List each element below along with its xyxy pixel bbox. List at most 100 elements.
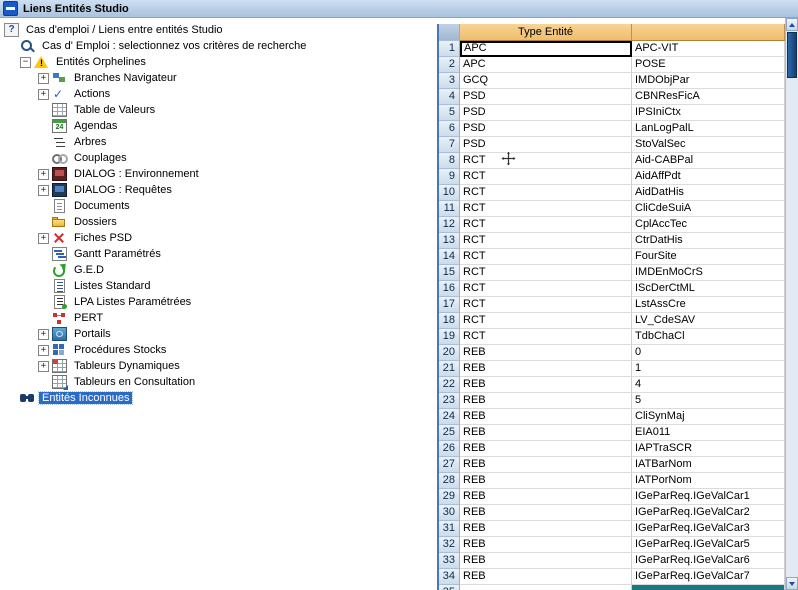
type-cell[interactable]: RCT bbox=[460, 233, 632, 249]
type-cell[interactable]: REB bbox=[460, 425, 632, 441]
tree-item-cas-d-emploi-selectionnez-vos-criteres-de-recherche[interactable]: Cas d' Emploi : selectionnez vos critère… bbox=[0, 38, 437, 54]
tree-item-couplages[interactable]: Couplages bbox=[0, 150, 437, 166]
type-cell[interactable]: REB bbox=[460, 361, 632, 377]
name-cell[interactable]: EIA011 bbox=[632, 425, 785, 441]
name-cell[interactable]: AidDatHis bbox=[632, 185, 785, 201]
type-cell[interactable]: REB bbox=[460, 505, 632, 521]
type-cell[interactable]: RCT bbox=[460, 281, 632, 297]
tree-item-label[interactable]: Dossiers bbox=[71, 216, 120, 228]
type-cell[interactable]: RCT bbox=[460, 313, 632, 329]
name-cell[interactable]: LanLogPalL bbox=[632, 121, 785, 137]
type-cell[interactable]: REB bbox=[460, 521, 632, 537]
name-cell[interactable]: IGeParReq.IGeValCar3 bbox=[632, 521, 785, 537]
tree-item-label[interactable]: Documents bbox=[71, 200, 133, 212]
name-cell[interactable]: 0 bbox=[632, 345, 785, 361]
tree-item-label[interactable]: LPA Listes Paramétrées bbox=[71, 296, 194, 308]
column-header-name[interactable] bbox=[632, 24, 785, 41]
type-cell[interactable]: PSD bbox=[460, 89, 632, 105]
type-cell[interactable]: REB bbox=[460, 377, 632, 393]
type-cell[interactable]: RCT bbox=[460, 249, 632, 265]
name-cell[interactable]: FourSite bbox=[632, 249, 785, 265]
column-header-type-entite[interactable]: Type Entité bbox=[460, 24, 632, 41]
type-cell[interactable]: REB bbox=[460, 537, 632, 553]
vertical-scrollbar[interactable] bbox=[785, 18, 798, 590]
name-cell[interactable]: IATBarNom bbox=[632, 457, 785, 473]
row-number-cell[interactable]: 33 bbox=[439, 553, 460, 569]
expand-plus-icon[interactable]: + bbox=[38, 169, 49, 180]
name-cell[interactable]: Aid-CABPal bbox=[632, 153, 785, 169]
tree-item-agendas[interactable]: Agendas bbox=[0, 118, 437, 134]
type-cell[interactable]: RCT bbox=[460, 297, 632, 313]
type-cell[interactable]: REB bbox=[460, 409, 632, 425]
tree-item-table-de-valeurs[interactable]: Table de Valeurs bbox=[0, 102, 437, 118]
grid-corner-cell[interactable] bbox=[439, 24, 460, 41]
tree-item-label[interactable]: Portails bbox=[71, 328, 114, 340]
row-number-cell[interactable]: 12 bbox=[439, 217, 460, 233]
type-cell[interactable]: RCT bbox=[460, 217, 632, 233]
type-cell[interactable]: REB bbox=[460, 569, 632, 585]
tree-item-label[interactable]: Arbres bbox=[71, 136, 109, 148]
type-cell[interactable]: GCQ bbox=[460, 73, 632, 89]
expand-plus-icon[interactable]: + bbox=[38, 233, 49, 244]
row-number-cell[interactable]: 16 bbox=[439, 281, 460, 297]
scrollbar-thumb[interactable] bbox=[787, 32, 797, 78]
tree-item-label[interactable]: DIALOG : Environnement bbox=[71, 168, 202, 180]
type-cell[interactable]: RCT bbox=[460, 329, 632, 345]
type-cell[interactable]: RCT bbox=[460, 265, 632, 281]
name-cell[interactable]: IATPorNom bbox=[632, 473, 785, 489]
tree-item-label[interactable]: Gantt Paramétrés bbox=[71, 248, 164, 260]
tree-item-gantt-parametres[interactable]: Gantt Paramétrés bbox=[0, 246, 437, 262]
scroll-down-button[interactable] bbox=[786, 577, 798, 590]
tree-item-portails[interactable]: + Portails bbox=[0, 326, 437, 342]
tree-item-label[interactable]: DIALOG : Requêtes bbox=[71, 184, 175, 196]
name-cell[interactable]: CliCdeSuiA bbox=[632, 201, 785, 217]
expand-plus-icon[interactable]: + bbox=[38, 345, 49, 356]
name-cell[interactable] bbox=[632, 585, 785, 590]
tree-item-label[interactable]: Couplages bbox=[71, 152, 130, 164]
tree-item-procedures-stocks[interactable]: +Procédures Stocks bbox=[0, 342, 437, 358]
tree-item-pert[interactable]: PERT bbox=[0, 310, 437, 326]
type-cell-editing[interactable]: APC bbox=[460, 41, 632, 57]
name-cell[interactable]: 4 bbox=[632, 377, 785, 393]
tree-item-dossiers[interactable]: Dossiers bbox=[0, 214, 437, 230]
name-cell[interactable]: POSE bbox=[632, 57, 785, 73]
name-cell[interactable]: IGeParReq.IGeValCar5 bbox=[632, 537, 785, 553]
name-cell[interactable]: IGeParReq.IGeValCar2 bbox=[632, 505, 785, 521]
tree-item-entites-inconnues[interactable]: Entités Inconnues bbox=[0, 390, 437, 406]
row-number-cell[interactable]: 9 bbox=[439, 169, 460, 185]
row-number-cell[interactable]: 11 bbox=[439, 201, 460, 217]
expand-plus-icon[interactable]: + bbox=[38, 185, 49, 196]
row-number-cell[interactable]: 1 bbox=[439, 41, 460, 57]
type-cell[interactable]: PSD bbox=[460, 137, 632, 153]
row-number-cell[interactable]: 31 bbox=[439, 521, 460, 537]
row-number-cell[interactable]: 3 bbox=[439, 73, 460, 89]
name-cell[interactable]: APC-VIT bbox=[632, 41, 785, 57]
row-number-cell[interactable]: 18 bbox=[439, 313, 460, 329]
row-number-cell[interactable]: 30 bbox=[439, 505, 460, 521]
name-cell[interactable]: StoValSec bbox=[632, 137, 785, 153]
row-number-cell[interactable]: 4 bbox=[439, 89, 460, 105]
row-number-cell[interactable]: 28 bbox=[439, 473, 460, 489]
tree-item-branches-navigateur[interactable]: +Branches Navigateur bbox=[0, 70, 437, 86]
expand-plus-icon[interactable]: + bbox=[38, 329, 49, 340]
name-cell[interactable]: 5 bbox=[632, 393, 785, 409]
type-cell[interactable]: RCT bbox=[460, 185, 632, 201]
tree-item-lpa-listes-parametrees[interactable]: LPA Listes Paramétrées bbox=[0, 294, 437, 310]
tree-item-label[interactable]: Table de Valeurs bbox=[71, 104, 158, 116]
name-cell[interactable]: IScDerCtML bbox=[632, 281, 785, 297]
tree-item-label[interactable]: Fiches PSD bbox=[71, 232, 135, 244]
tree-item-label[interactable]: Entités Inconnues bbox=[39, 392, 132, 404]
tree-item-label[interactable]: Listes Standard bbox=[71, 280, 153, 292]
tree-item-cas-d-emploi-liens-entre-entites-studio[interactable]: Cas d'emploi / Liens entre entités Studi… bbox=[0, 22, 437, 38]
type-cell[interactable] bbox=[460, 585, 632, 590]
row-number-cell[interactable]: 20 bbox=[439, 345, 460, 361]
row-number-cell[interactable]: 22 bbox=[439, 377, 460, 393]
expand-plus-icon[interactable]: + bbox=[38, 361, 49, 372]
row-number-cell[interactable]: 5 bbox=[439, 105, 460, 121]
name-cell[interactable]: 1 bbox=[632, 361, 785, 377]
name-cell[interactable]: TdbChaCl bbox=[632, 329, 785, 345]
type-cell[interactable]: REB bbox=[460, 489, 632, 505]
tree-item-tableurs-dynamiques[interactable]: +Tableurs Dynamiques bbox=[0, 358, 437, 374]
name-cell[interactable]: CBNResFicA bbox=[632, 89, 785, 105]
type-cell[interactable]: REB bbox=[460, 345, 632, 361]
